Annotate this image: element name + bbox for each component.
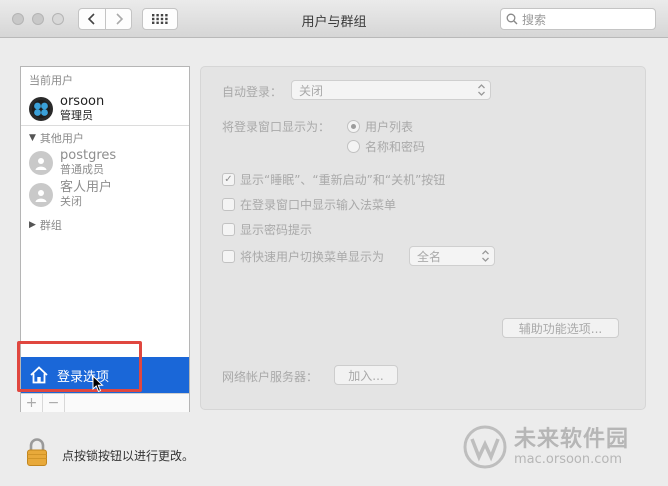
user-item-postgres[interactable]: postgres 普通成员 bbox=[29, 149, 116, 176]
current-users-label: 当前用户 bbox=[29, 74, 73, 87]
avatar bbox=[29, 182, 53, 207]
user-avatar-icon bbox=[32, 99, 50, 118]
sidebar-toolbar: + − bbox=[21, 393, 189, 412]
person-silhouette-icon bbox=[35, 157, 47, 170]
groups-label: 群组 bbox=[39, 219, 62, 232]
checkbox-input-menu-label: 在登录窗口中显示输入法菜单 bbox=[240, 198, 397, 212]
checkbox-indicator bbox=[222, 198, 235, 211]
search-icon bbox=[506, 13, 518, 25]
lock-message: 点按锁按钮以进行更改。 bbox=[62, 449, 195, 463]
checkbox-fast-user-switch-label: 将快速用户切换菜单显示为 bbox=[240, 250, 385, 264]
search-placeholder: 搜索 bbox=[522, 12, 547, 27]
mouse-cursor-icon bbox=[92, 375, 104, 393]
avatar bbox=[29, 96, 53, 121]
updown-arrows-icon bbox=[482, 250, 489, 262]
login-options-panel: 自动登录： 关闭 将登录窗口显示为： 用户列表 名称和密码 ✓ 显示“睡眠”、“… bbox=[200, 66, 646, 410]
user-name: orsoon bbox=[60, 94, 105, 109]
join-button[interactable]: 加入... bbox=[334, 365, 398, 385]
user-item-current[interactable]: orsoon 管理员 bbox=[29, 95, 104, 122]
checkmark-icon: ✓ bbox=[222, 173, 235, 186]
auto-login-label: 自动登录： bbox=[222, 85, 283, 99]
user-role: 管理员 bbox=[60, 109, 93, 122]
remove-user-button[interactable]: − bbox=[43, 394, 65, 412]
user-name: postgres bbox=[60, 148, 117, 163]
annotation-highlight bbox=[17, 341, 142, 392]
watermark-site: mac.orsoon.com bbox=[514, 451, 623, 467]
checkbox-indicator bbox=[222, 223, 235, 236]
network-server-label: 网络帐户服务器： bbox=[222, 370, 319, 384]
radio-indicator bbox=[347, 140, 360, 153]
other-users-label: 其他用户 bbox=[39, 132, 84, 145]
user-name: 客人用户 bbox=[60, 180, 113, 195]
radio-user-list-label: 用户列表 bbox=[365, 120, 414, 134]
disclosure-down-icon: ▼ bbox=[29, 133, 36, 143]
updown-arrows-icon bbox=[478, 84, 485, 96]
user-item-guest[interactable]: 客人用户 关闭 bbox=[29, 181, 112, 208]
search-field[interactable]: 搜索 bbox=[500, 8, 656, 30]
checkbox-show-buttons-label: 显示“睡眠”、“重新启动”和“关机”按钮 bbox=[240, 173, 446, 187]
watermark-text: 未来软件园 mac.orsoon.com bbox=[514, 426, 630, 467]
add-user-button[interactable]: + bbox=[21, 394, 43, 412]
fast-user-switch-popup[interactable]: 全名 bbox=[409, 246, 495, 266]
lock-icon[interactable] bbox=[26, 437, 48, 467]
title-bar: 用户与群组 搜索 bbox=[0, 0, 668, 38]
auto-login-value: 关闭 bbox=[299, 83, 324, 98]
radio-name-password[interactable]: 名称和密码 bbox=[347, 138, 425, 155]
person-silhouette-icon bbox=[35, 189, 47, 202]
watermark: 未来软件园 mac.orsoon.com bbox=[462, 424, 629, 470]
checkbox-password-hints-label: 显示密码提示 bbox=[240, 223, 313, 237]
user-role: 关闭 bbox=[60, 195, 82, 208]
user-role: 普通成员 bbox=[60, 163, 104, 176]
auto-login-popup[interactable]: 关闭 bbox=[291, 80, 491, 100]
fast-user-switch-value: 全名 bbox=[417, 249, 442, 264]
checkbox-fast-user-switch[interactable]: 将快速用户切换菜单显示为 bbox=[222, 248, 384, 265]
checkbox-input-menu[interactable]: 在登录窗口中显示输入法菜单 bbox=[222, 196, 396, 213]
radio-user-list[interactable]: 用户列表 bbox=[347, 118, 413, 135]
avatar bbox=[29, 150, 53, 175]
checkbox-password-hints[interactable]: 显示密码提示 bbox=[222, 221, 312, 238]
watermark-main: 未来软件园 bbox=[514, 426, 630, 452]
divider bbox=[21, 125, 189, 126]
radio-indicator bbox=[347, 120, 360, 133]
watermark-logo-icon bbox=[463, 425, 507, 469]
disclosure-right-icon: ▶ bbox=[29, 220, 36, 230]
radio-name-password-label: 名称和密码 bbox=[365, 140, 426, 154]
groups-header[interactable]: ▶ 群组 bbox=[29, 217, 62, 233]
display-login-window-label: 将登录窗口显示为： bbox=[222, 120, 331, 134]
accessibility-options-button[interactable]: 辅助功能选项... bbox=[502, 318, 619, 338]
other-users-header[interactable]: ▼ 其他用户 bbox=[29, 130, 84, 146]
checkbox-show-buttons[interactable]: ✓ 显示“睡眠”、“重新启动”和“关机”按钮 bbox=[222, 171, 445, 188]
checkbox-indicator bbox=[222, 250, 235, 263]
